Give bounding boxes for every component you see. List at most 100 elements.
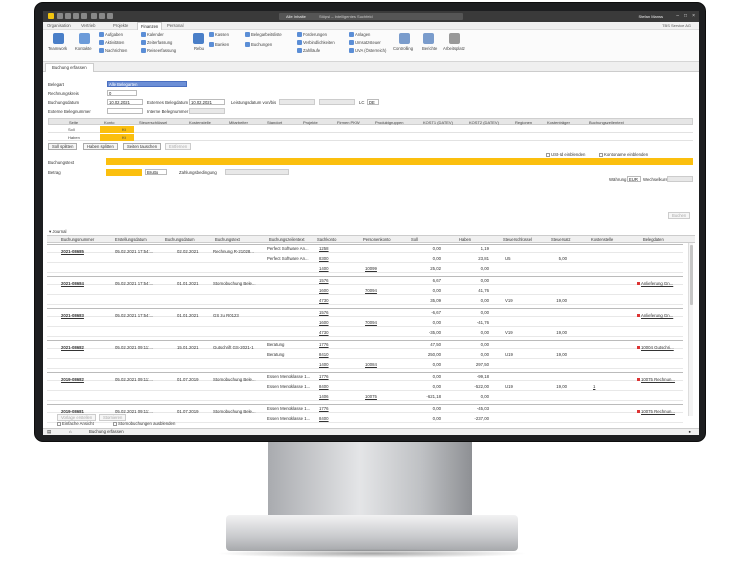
journal-row[interactable]: 2021-08684 05.02.2021 17:54:... 01.01.2021… [47,276,683,286]
aktivitaeten-button[interactable]: Aktivitäten [99,40,124,46]
journal-row[interactable]: 2021-08683 05.02.2021 17:54:... 01.01.2021… [47,308,683,318]
journal-row[interactable]: 4730 -35,00 0,00 V19 19,00 [47,328,683,337]
jcol-haben[interactable]: Haben [459,237,471,242]
sachkonto-link[interactable]: 8300 [319,256,329,261]
journal-row[interactable]: Perfect Software An... 8300 0,00 23,81 U5 5,0… [47,254,683,263]
col-konto[interactable]: Konto [104,120,114,125]
col-mitarbeiter[interactable]: Mitarbeiter [229,120,248,125]
menu-vertrieb[interactable]: Vertrieb [81,23,95,28]
haben-splitten-button[interactable]: Haben splitten [83,143,118,150]
personenkonto-link[interactable]: 10084 [365,362,377,367]
banken-button[interactable]: Banken [209,42,229,48]
sachkonto-link[interactable]: 4730 [319,298,329,303]
search-input[interactable]: Alle Inhalte Stöpsl – Intelligentes Such… [279,13,463,20]
sachkonto-link[interactable]: 1600 [319,320,329,325]
betrag-input[interactable] [106,169,142,176]
col-kost1[interactable]: KOST1 (DATEV) [423,120,453,125]
int-belegnummer-input[interactable] [189,108,225,114]
jcol-buchungsnummer[interactable]: Buchungsnummer [61,237,94,242]
jcol-personenkonto[interactable]: Personenkonto [363,237,391,242]
sachkonto-link[interactable]: 1600 [319,288,329,293]
jcol-erstellungsdatum[interactable]: Erstellungsdatum [115,237,147,242]
journal-row[interactable]: 2019-08682 05.02.2021 09:11:... 01.07.2019… [47,372,683,382]
booking-row-haben[interactable]: Haben Kt [48,134,693,141]
menu-finanzen[interactable]: Finanzen [137,22,163,30]
ust-checkbox-box[interactable] [546,152,550,157]
jcol-sachkonto[interactable]: Sachkonto [317,237,336,242]
col-kostentraeger[interactable]: Kostenträger [547,120,570,125]
journal-row[interactable]: 1406 10075 -621,18 0,00 [47,392,683,401]
entfernen-button[interactable]: Entfernen [165,143,192,150]
waehrung-input[interactable]: EUR [627,176,641,182]
journal-row[interactable]: 1400 10084 0,00 297,50 [47,360,683,369]
seiten-tauschen-button[interactable]: Seiten tauschen [123,143,162,150]
personenkonto-link[interactable]: 10099 [365,266,377,271]
einfache-checkbox-box[interactable] [57,421,61,426]
back-icon[interactable] [73,13,79,19]
sachkonto-link[interactable]: 1776 [319,374,329,379]
minimize-icon[interactable]: – [676,13,679,20]
sachkonto-link[interactable]: 8400 [319,416,329,421]
sachkonto-link[interactable]: 1258 [319,246,329,251]
aufgaben-button[interactable]: Aufgaben [99,32,123,38]
kontoname-checkbox-box[interactable] [599,152,603,157]
zeiterfassung-button[interactable]: Zeiterfassung [141,40,172,46]
kontoname-checkbox[interactable]: Kontoname einblenden [599,152,648,157]
col-kostenstelle[interactable]: Kostenstelle [189,120,211,125]
teamwork-icon[interactable] [53,33,64,44]
app-logo-icon[interactable] [48,13,54,19]
brutto-select[interactable]: Brutto [145,169,167,175]
rebu-button[interactable]: Rebu [194,46,204,51]
kalender-button[interactable]: Kalender [141,32,164,38]
einfache-ansicht-checkbox[interactable]: Einfache Ansicht [57,421,94,426]
menu-projekte[interactable]: Projekte [113,23,128,28]
storno-checkbox[interactable]: Stornobuchungen ausblenden [113,421,175,426]
storno-checkbox-box[interactable] [113,421,117,426]
jcol-steuersatz[interactable]: Steuersatz [551,237,571,242]
kostenstelle-link[interactable]: 1 [593,384,595,389]
buchungsdatum-input[interactable]: 10.02.2021 [107,99,143,105]
sachkonto-link[interactable]: 1776 [319,406,329,411]
tree-icon[interactable]: ⌂ [69,429,72,434]
sachkonto-link[interactable]: 1776 [319,342,329,347]
col-seite[interactable]: Seite [69,120,78,125]
umsatzsteuer-button[interactable]: Umsatzsteuer [349,40,381,46]
wechselkurs-input[interactable] [667,176,693,182]
journal-row[interactable]: 4730 35,09 0,00 V19 19,00 [47,296,683,305]
stornieren-button[interactable]: Stornieren [99,414,127,421]
personenkonto-link[interactable]: 10075 [365,394,377,399]
jcol-belegdaten[interactable]: Belegdaten [643,237,664,242]
haben-konto-field[interactable] [100,134,134,141]
forderungen-button[interactable]: Forderungen [297,32,327,38]
jcol-buchungszeilentext[interactable]: Buchungszeilentext [269,237,305,242]
report-icon[interactable] [423,33,434,44]
col-standort[interactable]: Standort [267,120,282,125]
leistungsdatum-von-input[interactable] [279,99,315,105]
ext-belegnummer-input[interactable] [107,108,143,114]
contacts-icon[interactable] [79,33,90,44]
col-produktgruppen[interactable]: Produktgruppen [375,120,403,125]
personenkonto-link[interactable]: 70094 [365,288,377,293]
journal-row[interactable]: Beratung 8410 250,00 0,00 U19 19,00 [47,350,683,359]
reiseerfassung-button[interactable]: Reiseerfassung [141,48,176,54]
ext-belegdatum-input[interactable]: 10.02.2021 [189,99,225,105]
sachkonto-link[interactable]: 1406 [319,394,329,399]
search-scope[interactable]: Alle Inhalte [286,14,306,19]
close-icon[interactable]: × [692,13,695,20]
rebu-icon[interactable] [193,33,204,44]
sachkonto-link[interactable]: 8410 [319,352,329,357]
journal-row[interactable]: Essen Menüklasse 1... 8400 0,00 -522,00 U19 1… [47,382,683,391]
verbindlichkeiten-button[interactable]: Verbindlichkeiten [297,40,335,46]
menu-organisation[interactable]: Organisation [47,23,71,28]
haben-konto-lookup[interactable]: Kt [122,135,126,140]
controlling-button[interactable]: Controlling [393,46,413,51]
soll-konto-field[interactable] [100,126,134,133]
sachkonto-link[interactable]: 8400 [319,384,329,389]
col-regionen[interactable]: Regionen [515,120,532,125]
buchungstext-input[interactable] [106,158,693,165]
workplace-icon[interactable] [449,33,460,44]
zahlungsbedingung-select[interactable] [225,169,289,175]
rechnungskreis-input[interactable]: 0 [107,90,137,96]
jcol-soll[interactable]: Soll [411,237,418,242]
dropdown-icon[interactable] [107,13,113,19]
